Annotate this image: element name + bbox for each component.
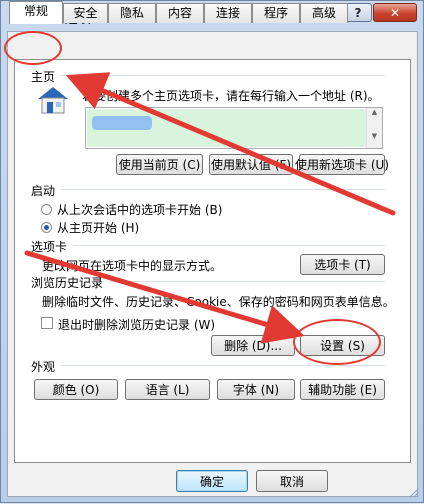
radio-homepage-label: 从主页开始 (H): [57, 221, 140, 235]
home-icon: [38, 87, 68, 114]
tabs-section-divider: [73, 245, 385, 246]
home-description: 若要创建多个主页选项卡，请在每行输入一个地址 (R)。: [82, 89, 380, 103]
tab-connections[interactable]: 连接: [204, 3, 252, 23]
history-settings-button[interactable]: 设置 (S): [300, 335, 385, 356]
home-section-divider: [61, 75, 385, 76]
radio-last-session-label: 从上次会话中的选项卡开始 (B): [57, 203, 223, 217]
tab-advanced[interactable]: 高级: [300, 3, 348, 23]
appearance-section-title: 外观: [31, 360, 56, 374]
redacted-url: [92, 116, 152, 130]
radio-last-session[interactable]: [41, 204, 52, 215]
delete-on-exit-label: 退出时删除浏览历史记录 (W): [58, 318, 216, 332]
history-section-divider: [109, 281, 385, 282]
delete-history-button[interactable]: 删除 (D)...: [211, 335, 295, 356]
cancel-button[interactable]: 取消: [256, 470, 328, 492]
url-scrollbar[interactable]: ▲ ▼: [366, 108, 382, 148]
home-section-title: 主页: [31, 70, 56, 84]
tab-programs[interactable]: 程序: [252, 3, 300, 23]
tab-content[interactable]: 内容: [156, 3, 204, 23]
tabs-settings-button[interactable]: 选项卡 (T): [300, 254, 385, 275]
history-section-title: 浏览历史记录: [31, 276, 104, 290]
accessibility-button[interactable]: 辅助功能 (E): [300, 379, 385, 400]
internet-options-dialog: Internet 选项 ? ✕ 常规 安全 隐私 内容 连接 程序 高级 主页 …: [0, 0, 424, 503]
close-button[interactable]: ✕: [373, 3, 417, 22]
tab-security[interactable]: 安全: [63, 3, 108, 23]
radio-homepage[interactable]: [41, 222, 52, 233]
use-current-button[interactable]: 使用当前页 (C): [116, 154, 203, 175]
use-newtab-button[interactable]: 使用新选项卡 (U): [295, 154, 389, 175]
tab-privacy[interactable]: 隐私: [108, 3, 156, 23]
delete-on-exit-checkbox[interactable]: [41, 317, 53, 329]
help-button[interactable]: ?: [344, 3, 372, 22]
tabs-description: 更改网页在选项卡中的显示方式。: [42, 259, 223, 273]
ok-button[interactable]: 确定: [176, 470, 248, 492]
languages-button[interactable]: 语言 (L): [125, 379, 210, 400]
startup-section-title: 启动: [31, 184, 56, 198]
colors-button[interactable]: 颜色 (O): [34, 379, 118, 400]
history-description: 删除临时文件、历史记录、Cookie、保存的密码和网页表单信息。: [42, 295, 395, 309]
fonts-button[interactable]: 字体 (N): [217, 379, 295, 400]
resize-grip-icon[interactable]: [409, 488, 419, 498]
home-url-textarea[interactable]: ▲ ▼: [85, 107, 383, 149]
tabs-section-title: 选项卡: [31, 240, 68, 254]
startup-section-divider: [61, 189, 385, 190]
appearance-section-divider: [61, 365, 385, 366]
use-default-button[interactable]: 使用默认值 (F): [209, 154, 293, 175]
tab-general[interactable]: 常规: [9, 1, 63, 24]
